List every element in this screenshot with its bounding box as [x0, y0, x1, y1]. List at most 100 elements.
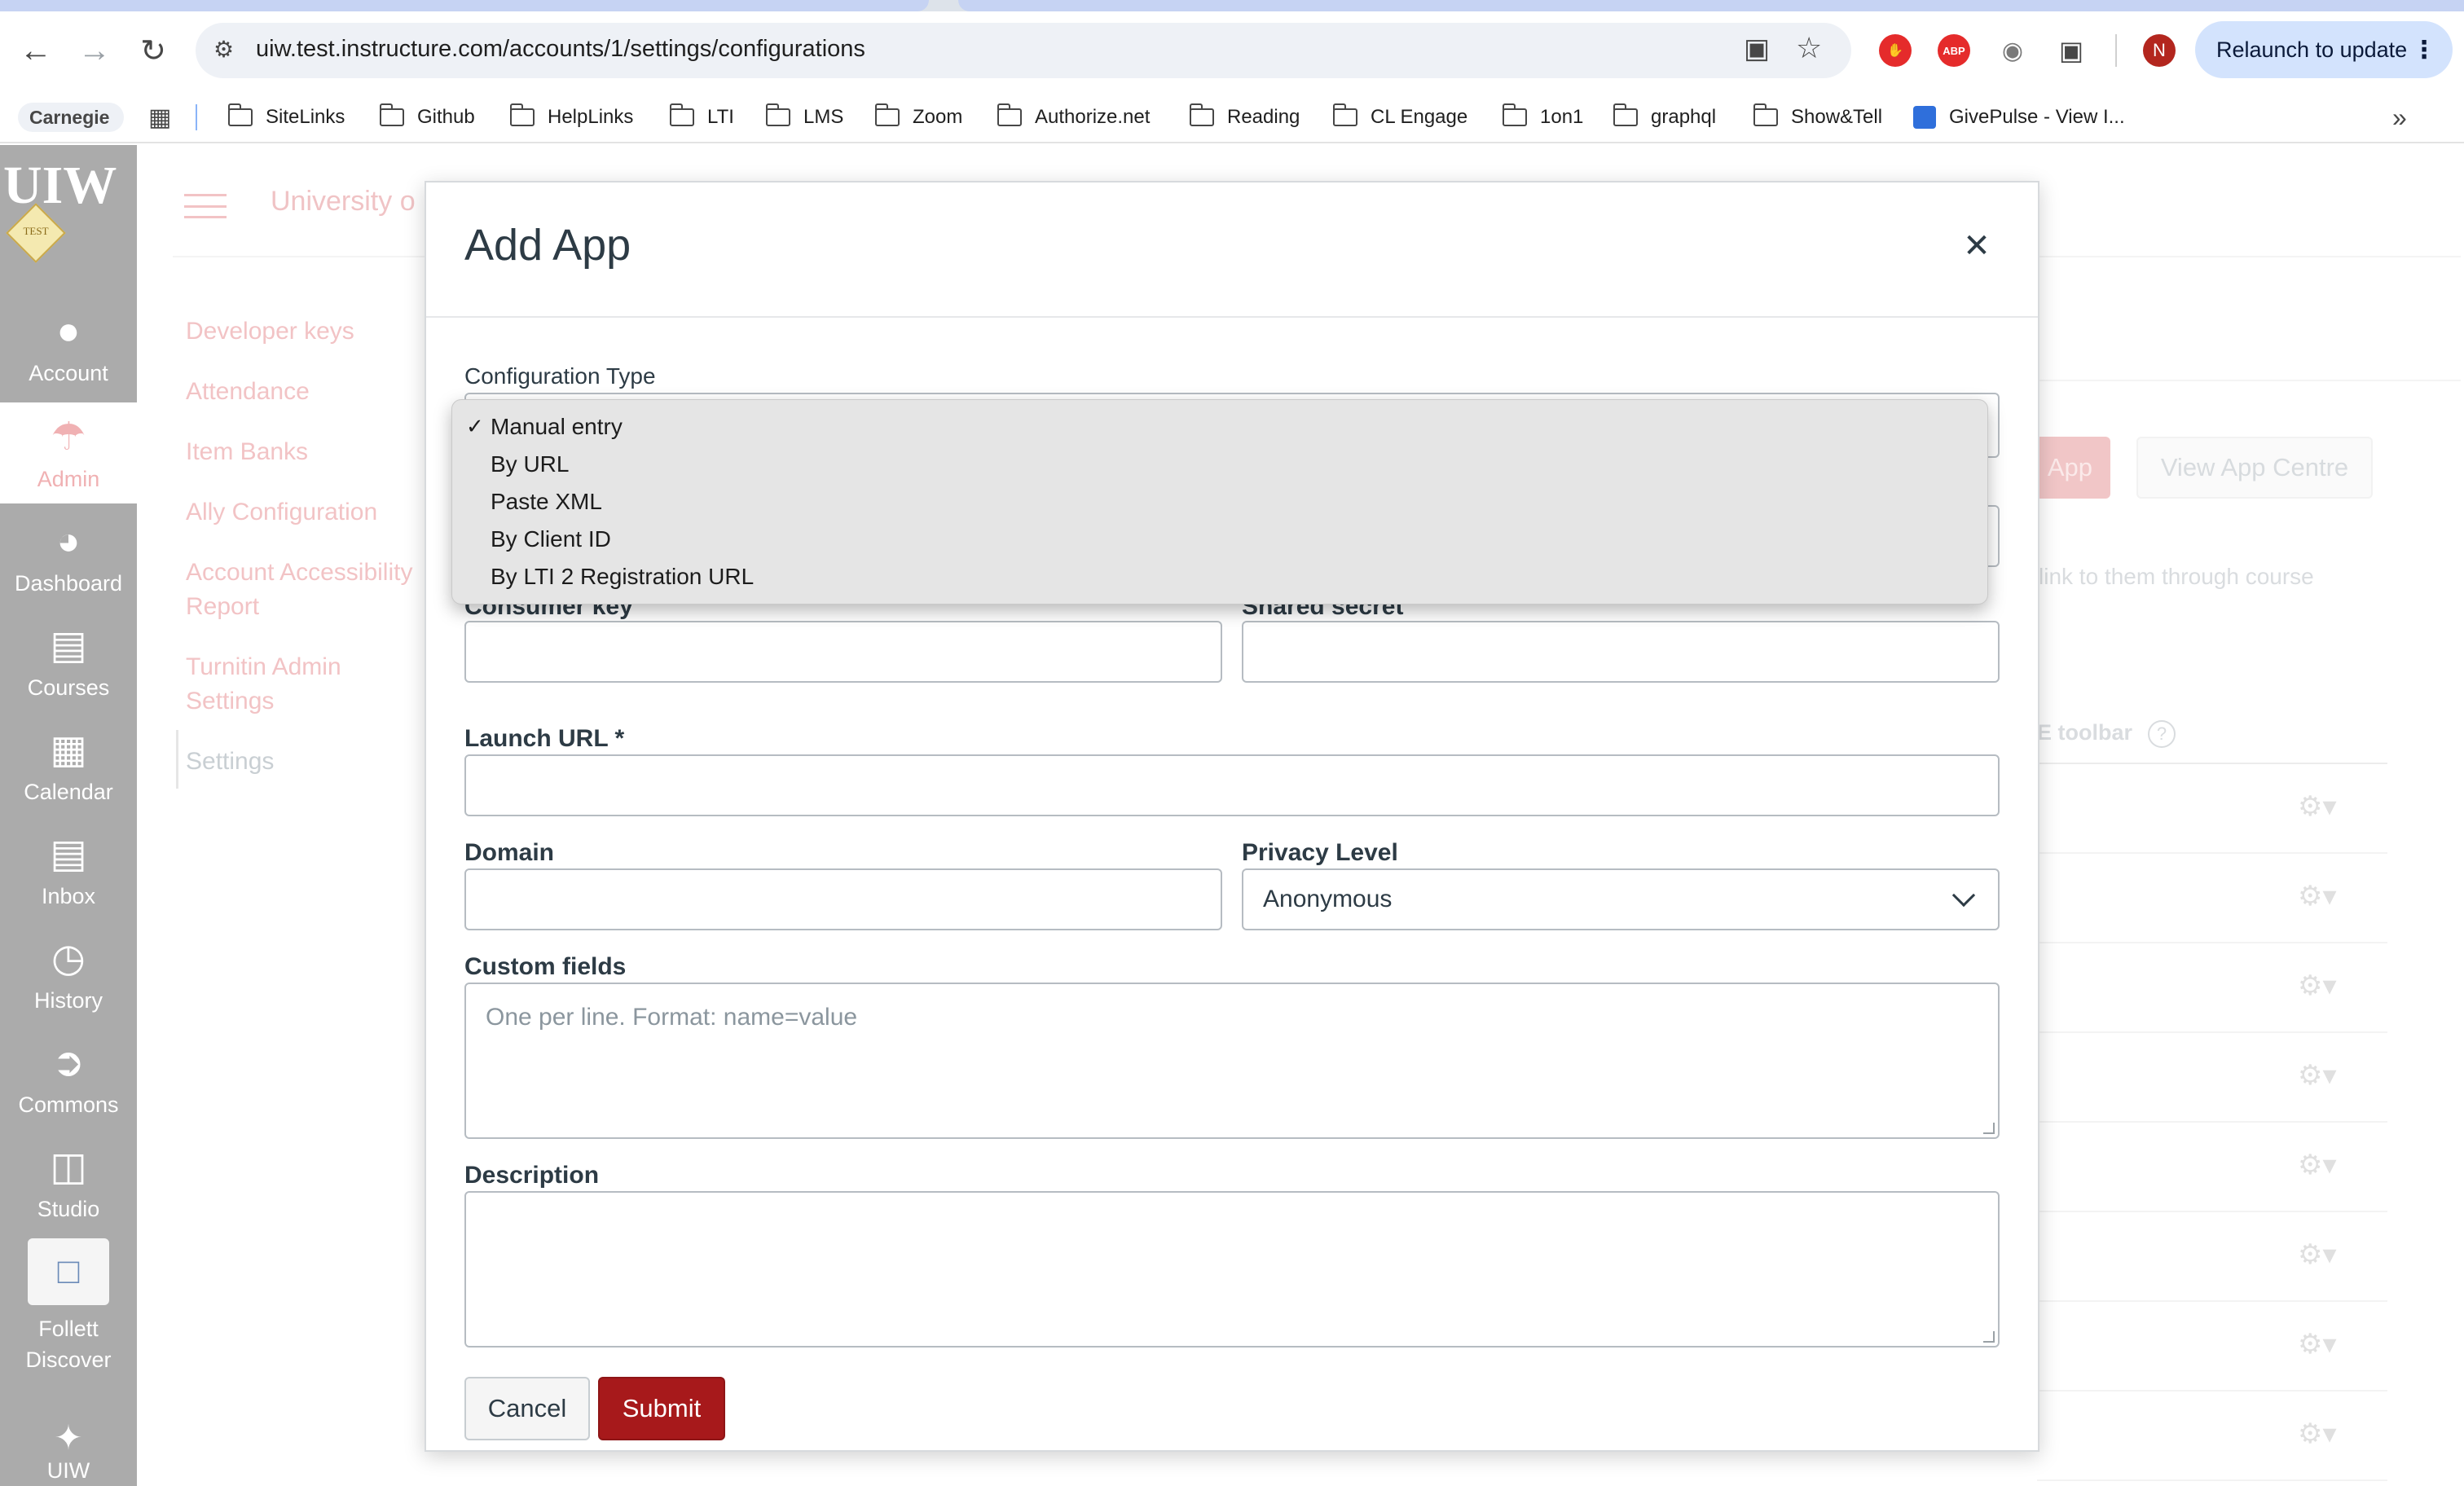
- settings-gear-icon[interactable]: ⚙▾: [2298, 790, 2337, 823]
- profile-avatar[interactable]: N: [2143, 34, 2176, 67]
- reload-icon[interactable]: ↻: [130, 28, 176, 73]
- camera-extension-icon[interactable]: ◉: [1996, 34, 2029, 67]
- privacy-level-label: Privacy Level: [1242, 839, 1398, 866]
- settings-gear-icon[interactable]: ⚙▾: [2298, 1328, 2337, 1361]
- logo-text: UIW: [3, 156, 117, 215]
- privacy-level-select[interactable]: Anonymous: [1242, 868, 2000, 930]
- admin-shield-icon: ☂: [51, 415, 86, 459]
- install-app-icon[interactable]: ▣: [1744, 33, 1770, 65]
- settings-gear-icon[interactable]: ⚙▾: [2298, 1059, 2337, 1092]
- resize-handle-icon[interactable]: [1983, 1331, 1995, 1343]
- custom-fields-label: Custom fields: [464, 953, 627, 980]
- folder-icon: [1332, 103, 1357, 126]
- view-app-centre-button[interactable]: View App Centre: [2136, 437, 2373, 499]
- apps-grid-icon[interactable]: ▦: [148, 103, 171, 132]
- inactive-tab[interactable]: [958, 0, 2464, 11]
- extensions-puzzle-icon[interactable]: ▣: [2055, 34, 2088, 67]
- launch-url-field[interactable]: [464, 754, 2000, 816]
- forward-icon[interactable]: →: [72, 28, 117, 73]
- relaunch-button[interactable]: Relaunch to update ⋮: [2195, 21, 2453, 78]
- rce-toolbar-header: E toolbar: [2037, 720, 2133, 745]
- folder-icon: [669, 103, 694, 126]
- more-bookmarks-icon[interactable]: »: [2392, 103, 2407, 132]
- subnav-turnitin-settings[interactable]: Settings: [186, 684, 274, 719]
- bookmark-graphql[interactable]: graphql: [1613, 103, 1716, 132]
- custom-fields-textarea[interactable]: One per line. Format: name=value: [464, 983, 2000, 1139]
- bookmark-authorize-net[interactable]: Authorize.net: [997, 103, 1150, 132]
- settings-gear-icon[interactable]: ⚙▾: [2298, 880, 2337, 912]
- launch-url-label: Launch URL *: [464, 725, 625, 752]
- bookmark-cl-engage[interactable]: CL Engage: [1332, 103, 1467, 132]
- abp-extension-icon[interactable]: ABP: [1938, 34, 1970, 67]
- bookmark-show-and-tell[interactable]: Show&Tell: [1753, 103, 1882, 132]
- nav-admin[interactable]: ☂ Admin: [0, 402, 137, 503]
- adblock-extension-icon[interactable]: ✋: [1879, 34, 1912, 67]
- modal-title: Add App: [464, 221, 631, 270]
- submit-button[interactable]: Submit: [598, 1377, 725, 1440]
- subnav-account-accessibility[interactable]: Account Accessibility: [186, 556, 412, 590]
- uiw-logo[interactable]: UIW TEST: [3, 156, 134, 263]
- folder-icon: [874, 103, 900, 126]
- subnav-ally-configuration[interactable]: Ally Configuration: [186, 495, 377, 530]
- nav-inbox[interactable]: ▤ Inbox: [0, 818, 137, 921]
- nav-uiw[interactable]: ✦ UIW: [0, 1414, 137, 1486]
- settings-gear-icon[interactable]: ⚙▾: [2298, 969, 2337, 1002]
- settings-gear-icon[interactable]: ⚙▾: [2298, 1238, 2337, 1271]
- bookmark-givepulse[interactable]: GivePulse - View I...: [1913, 103, 2125, 132]
- nav-commons[interactable]: ➲ Commons: [0, 1027, 137, 1129]
- folder-icon: [509, 103, 535, 126]
- nav-calendar[interactable]: ▦ Calendar: [0, 714, 137, 816]
- url-text[interactable]: uiw.test.instructure.com/accounts/1/sett…: [256, 36, 865, 63]
- cancel-button[interactable]: Cancel: [464, 1377, 590, 1440]
- subnav-turnitin-admin[interactable]: Turnitin Admin: [186, 650, 341, 684]
- option-by-lti2-registration-url[interactable]: By LTI 2 Registration URL: [491, 564, 754, 590]
- nav-studio[interactable]: ◫ Studio: [0, 1131, 137, 1233]
- settings-gear-icon[interactable]: ⚙▾: [2298, 1418, 2337, 1450]
- domain-field[interactable]: [464, 868, 1222, 930]
- hamburger-menu-icon[interactable]: [184, 194, 227, 218]
- back-icon[interactable]: ←: [13, 28, 59, 73]
- option-paste-xml[interactable]: Paste XML: [491, 489, 602, 515]
- commons-arrow-icon: ➲: [51, 1041, 86, 1084]
- description-textarea[interactable]: [464, 1191, 2000, 1348]
- consumer-key-field[interactable]: [464, 621, 1222, 683]
- bookmark-github[interactable]: Github: [379, 103, 475, 132]
- history-clock-icon: ◷: [51, 937, 86, 980]
- subnav-attendance[interactable]: Attendance: [186, 375, 310, 409]
- bookmark-star-icon[interactable]: ☆: [1796, 31, 1822, 65]
- bookmark-reading[interactable]: Reading: [1189, 103, 1300, 132]
- active-tab[interactable]: [0, 0, 929, 11]
- folder-icon: [1613, 103, 1638, 126]
- nav-account[interactable]: ● Account: [0, 295, 137, 398]
- uiw-pin-icon: ✦: [54, 1418, 83, 1457]
- subnav-developer-keys[interactable]: Developer keys: [186, 314, 354, 349]
- nav-dashboard[interactable]: ◕ Dashboard: [0, 505, 137, 608]
- bookmark-sitelinks[interactable]: SiteLinks: [227, 103, 345, 132]
- subnav-account-accessibility-report[interactable]: Report: [186, 590, 259, 624]
- settings-gear-icon[interactable]: ⚙▾: [2298, 1149, 2337, 1181]
- subnav-item-banks[interactable]: Item Banks: [186, 435, 308, 469]
- subnav-active-marker: [176, 730, 178, 789]
- bookmark-lms[interactable]: LMS: [765, 103, 843, 132]
- option-by-url[interactable]: By URL: [491, 451, 569, 477]
- calendar-icon: ▦: [50, 728, 87, 772]
- add-app-button-bg[interactable]: App: [2029, 437, 2110, 499]
- option-manual-entry[interactable]: Manual entry: [491, 414, 623, 440]
- close-icon[interactable]: ✕: [1956, 225, 1998, 267]
- nav-follett-discover[interactable]: □ Follett Discover: [0, 1238, 137, 1387]
- subnav-settings[interactable]: Settings: [186, 745, 274, 779]
- bookmark-zoom[interactable]: Zoom: [874, 103, 962, 132]
- folder-icon: [997, 103, 1022, 126]
- resize-handle-icon[interactable]: [1983, 1123, 1995, 1134]
- bookmark-carnegie[interactable]: Carnegie: [18, 103, 124, 132]
- shared-secret-field[interactable]: [1242, 621, 2000, 683]
- bookmark-helplinks[interactable]: HelpLinks: [509, 103, 633, 132]
- help-question-icon[interactable]: ?: [2148, 720, 2176, 748]
- bookmark-lti[interactable]: LTI: [669, 103, 734, 132]
- nav-history[interactable]: ◷ History: [0, 922, 137, 1025]
- folder-icon: [227, 103, 253, 126]
- site-info-icon[interactable]: ⚙: [213, 36, 234, 63]
- nav-courses[interactable]: ▤ Courses: [0, 609, 137, 712]
- bookmark-1on1[interactable]: 1on1: [1502, 103, 1583, 132]
- option-by-client-id[interactable]: By Client ID: [491, 526, 611, 552]
